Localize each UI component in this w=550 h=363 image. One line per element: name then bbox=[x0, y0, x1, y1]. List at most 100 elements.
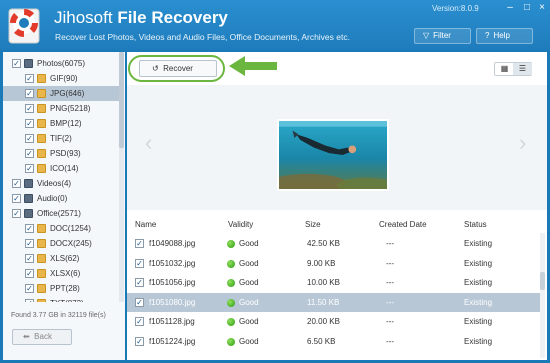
checkbox[interactable]: ✓ bbox=[12, 179, 21, 188]
recover-button[interactable]: ↺ Recover bbox=[139, 60, 217, 77]
sidebar-item-label: DOCX(245) bbox=[50, 239, 92, 248]
sidebar-item[interactable]: ✓ TIF(2) bbox=[3, 131, 119, 146]
sidebar-item[interactable]: ✓ XLS(62) bbox=[3, 251, 119, 266]
main-panel: ↺ Recover ▦ ☰ ‹ › Name Validity Size Cre… bbox=[127, 52, 547, 360]
column-validity[interactable]: Validity bbox=[228, 217, 253, 233]
sidebar-item[interactable]: ✓ Photos(6075) bbox=[3, 56, 119, 71]
cell-status: Existing bbox=[464, 239, 493, 248]
cell-created-date: --- bbox=[386, 336, 394, 346]
sidebar-item-label: TIF(2) bbox=[50, 134, 72, 143]
checkbox[interactable]: ✓ bbox=[25, 104, 34, 113]
table-row[interactable]: ✓ f1051128.jpg Good 20.00 KB --- Existing bbox=[127, 312, 543, 331]
sidebar-item[interactable]: ✓ Audio(0) bbox=[3, 191, 119, 206]
folder-icon bbox=[37, 104, 46, 113]
column-size[interactable]: Size bbox=[305, 217, 321, 233]
minimize-icon[interactable]: – bbox=[503, 2, 517, 14]
row-checkbox[interactable]: ✓ bbox=[135, 278, 144, 287]
cell-size: 42.50 KB bbox=[307, 239, 340, 248]
good-status-icon bbox=[227, 259, 235, 268]
sidebar-item[interactable]: ✓ JPG(646) bbox=[3, 86, 119, 101]
row-checkbox[interactable]: ✓ bbox=[135, 297, 144, 307]
checkbox[interactable]: ✓ bbox=[25, 284, 34, 293]
table-row[interactable]: ✓ f1049088.jpg Good 42.50 KB --- Existing bbox=[127, 234, 543, 253]
cell-created-date: --- bbox=[386, 278, 394, 287]
previous-arrow-icon[interactable]: ‹ bbox=[145, 130, 152, 156]
sidebar-item[interactable]: ✓ PNG(5218) bbox=[3, 101, 119, 116]
back-button[interactable]: ⬅ Back bbox=[12, 329, 72, 345]
sidebar-item-label: Audio(0) bbox=[37, 194, 68, 203]
cell-created-date: --- bbox=[386, 297, 394, 307]
sidebar-item[interactable]: ✓ DOCX(245) bbox=[3, 236, 119, 251]
checkbox[interactable]: ✓ bbox=[12, 59, 21, 68]
list-view-icon[interactable]: ☰ bbox=[513, 63, 532, 75]
cell-validity: Good bbox=[239, 239, 259, 248]
column-created-date[interactable]: Created Date bbox=[379, 217, 427, 233]
sidebar-item[interactable]: ✓ Office(2571) bbox=[3, 206, 119, 221]
sidebar-scrollbar[interactable] bbox=[119, 52, 124, 302]
folder-icon bbox=[37, 254, 46, 263]
audio-icon bbox=[24, 194, 33, 203]
sidebar-item[interactable]: ✓ GIF(90) bbox=[3, 71, 119, 86]
sidebar-item-label: PSD(93) bbox=[50, 149, 81, 158]
checkbox[interactable]: ✓ bbox=[12, 209, 21, 218]
cell-validity: Good bbox=[239, 297, 259, 307]
checkbox[interactable]: ✓ bbox=[12, 194, 21, 203]
table-scroll-thumb[interactable] bbox=[540, 272, 545, 290]
back-arrow-icon: ⬅ bbox=[23, 332, 30, 341]
table-row[interactable]: ✓ f1051080.jpg Good 11.50 KB --- Existing bbox=[127, 292, 543, 312]
help-button[interactable]: ? Help bbox=[476, 28, 533, 44]
row-checkbox[interactable]: ✓ bbox=[135, 239, 144, 248]
row-checkbox[interactable]: ✓ bbox=[135, 258, 144, 268]
sidebar-item[interactable]: ✓ PSD(93) bbox=[3, 146, 119, 161]
maximize-icon[interactable]: □ bbox=[520, 2, 534, 14]
good-status-icon bbox=[227, 318, 235, 326]
row-checkbox[interactable]: ✓ bbox=[135, 336, 144, 346]
found-summary: Found 3.77 GB in 32119 file(s) bbox=[11, 312, 106, 319]
table-row[interactable]: ✓ f1051032.jpg Good 9.00 KB --- Existing bbox=[127, 254, 543, 273]
version-label: Version:8.0.9 bbox=[432, 4, 479, 13]
folder-icon bbox=[37, 89, 46, 98]
checkbox[interactable]: ✓ bbox=[25, 299, 34, 302]
sidebar-item[interactable]: ✓ BMP(12) bbox=[3, 116, 119, 131]
folder-icon bbox=[37, 299, 46, 302]
checkbox[interactable]: ✓ bbox=[25, 224, 34, 233]
filter-button[interactable]: ▽ Filter bbox=[414, 28, 471, 44]
table-row[interactable]: ✓ f1051224.jpg Good 6.50 KB --- Existing bbox=[127, 332, 543, 351]
cell-size: 10.00 KB bbox=[307, 278, 340, 287]
column-status[interactable]: Status bbox=[464, 217, 487, 233]
checkbox[interactable]: ✓ bbox=[25, 134, 34, 143]
checkbox[interactable]: ✓ bbox=[25, 164, 34, 173]
table-row[interactable]: ✓ f1051056.jpg Good 10.00 KB --- Existing bbox=[127, 273, 543, 292]
cell-status: Existing bbox=[464, 297, 493, 307]
folder-icon bbox=[37, 164, 46, 173]
checkbox[interactable]: ✓ bbox=[25, 254, 34, 263]
sidebar-scroll-thumb[interactable] bbox=[119, 52, 124, 148]
sidebar-item-label: PNG(5218) bbox=[50, 104, 91, 113]
grid-view-icon[interactable]: ▦ bbox=[495, 63, 514, 75]
sidebar-item[interactable]: ✓ DOC(1254) bbox=[3, 221, 119, 236]
app-title-light: Jihosoft bbox=[54, 8, 113, 27]
sidebar-item[interactable]: ✓ PPT(28) bbox=[3, 281, 119, 296]
close-icon[interactable]: × bbox=[535, 2, 549, 14]
cell-size: 11.50 KB bbox=[307, 297, 340, 307]
checkbox[interactable]: ✓ bbox=[25, 149, 34, 158]
cell-name: f1051128.jpg bbox=[149, 317, 195, 326]
next-arrow-icon[interactable]: › bbox=[519, 130, 526, 156]
checkbox[interactable]: ✓ bbox=[25, 119, 34, 128]
checkbox[interactable]: ✓ bbox=[25, 269, 34, 278]
cell-validity: Good bbox=[239, 317, 259, 326]
sidebar-item[interactable]: ✓ ICO(14) bbox=[3, 161, 119, 176]
cell-name: f1051224.jpg bbox=[149, 336, 196, 346]
column-name[interactable]: Name bbox=[135, 217, 156, 233]
sidebar-item-label: XLS(62) bbox=[50, 254, 80, 263]
sidebar-item[interactable]: ✓ Videos(4) bbox=[3, 176, 119, 191]
sidebar-item[interactable]: ✓ TXT(872) bbox=[3, 296, 119, 302]
folder-icon bbox=[37, 284, 46, 293]
checkbox[interactable]: ✓ bbox=[25, 74, 34, 83]
checkbox[interactable]: ✓ bbox=[25, 89, 34, 98]
table-scrollbar[interactable] bbox=[540, 233, 545, 358]
row-checkbox[interactable]: ✓ bbox=[135, 317, 144, 326]
sidebar-item[interactable]: ✓ XLSX(6) bbox=[3, 266, 119, 281]
cell-validity: Good bbox=[239, 278, 259, 287]
checkbox[interactable]: ✓ bbox=[25, 239, 34, 248]
